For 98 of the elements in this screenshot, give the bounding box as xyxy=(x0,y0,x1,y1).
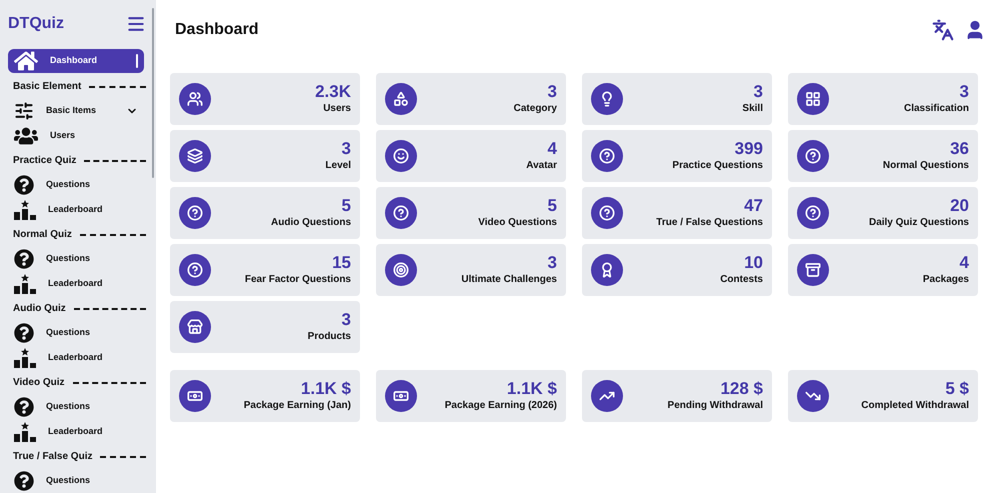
sidebar-item[interactable]: Leaderboard xyxy=(8,420,144,444)
stat-value: 3 xyxy=(754,82,763,102)
sidebar-item[interactable]: Users xyxy=(8,124,144,148)
stat-label: Package Earning (Jan) xyxy=(244,399,351,413)
stat-label: Ultimate Challenges xyxy=(461,273,557,287)
store-icon xyxy=(179,311,211,343)
banknote-icon xyxy=(179,380,211,412)
sidebar-item[interactable]: Questions xyxy=(8,469,144,493)
stat-label: Classification xyxy=(904,102,969,116)
stat-value: 3 xyxy=(342,310,351,330)
question-icon xyxy=(14,471,34,491)
section-heading: Normal Quiz xyxy=(13,228,72,242)
shapes-icon xyxy=(385,83,417,115)
stat-label: Contests xyxy=(720,273,763,287)
question-icon xyxy=(385,197,417,229)
stat-value: 5 xyxy=(548,196,557,216)
scrollbar-thumb[interactable] xyxy=(152,8,154,178)
stat-label: Video Questions xyxy=(478,216,557,230)
stat-label: True / False Questions xyxy=(656,216,763,230)
menu-icon[interactable] xyxy=(126,14,146,34)
leaderboard-icon xyxy=(14,422,36,442)
stat-label: Avatar xyxy=(526,159,557,173)
stat-label: Normal Questions xyxy=(882,159,969,173)
question-icon xyxy=(797,197,829,229)
question-icon xyxy=(797,140,829,172)
stat-label: Audio Questions xyxy=(271,216,351,230)
stat-label: Level xyxy=(325,159,351,173)
stat-value: 15 xyxy=(332,253,351,273)
sidebar-item[interactable]: Basic Items xyxy=(8,99,144,123)
section-heading: Audio Quiz xyxy=(13,302,66,316)
stat-label: Skill xyxy=(742,102,763,116)
stat-value: 10 xyxy=(744,253,763,273)
stat-value: 3 xyxy=(960,82,969,102)
archive-icon xyxy=(797,254,829,286)
stat-label: Products xyxy=(308,330,351,344)
stat-value: 3 xyxy=(548,253,557,273)
stat-label: Package Earning (2026) xyxy=(444,399,557,413)
trending-down-icon xyxy=(797,380,829,412)
stat-value: 3 xyxy=(342,139,351,159)
stat-value: 36 xyxy=(950,139,969,159)
leaderboard-icon xyxy=(14,274,36,294)
question-icon xyxy=(14,249,34,269)
grid-icon xyxy=(797,83,829,115)
stat-value: 2.3K xyxy=(315,82,351,102)
section-heading: Video Quiz xyxy=(13,376,64,390)
target-icon xyxy=(385,254,417,286)
stat-value: 5 xyxy=(342,196,351,216)
stat-label: Fear Factor Questions xyxy=(244,273,351,287)
smiley-icon xyxy=(385,140,417,172)
award-icon xyxy=(591,254,623,286)
question-icon xyxy=(591,197,623,229)
question-icon xyxy=(14,323,34,343)
section-heading: Basic Element xyxy=(13,80,82,94)
stat-value: 399 xyxy=(734,139,763,159)
layers-icon xyxy=(179,140,211,172)
sidebar-item[interactable]: Questions xyxy=(8,247,144,271)
stat-value: 3 xyxy=(548,82,557,102)
sidebar-item[interactable]: Questions xyxy=(8,395,144,419)
stat-value: 4 xyxy=(548,139,557,159)
sliders-icon xyxy=(14,101,34,121)
stat-value: 128 $ xyxy=(720,379,763,399)
stat-value: 1.1K $ xyxy=(300,379,351,399)
leaderboard-icon xyxy=(14,200,36,220)
stat-value: 4 xyxy=(960,253,969,273)
stat-label: Completed Withdrawal xyxy=(861,399,969,413)
stat-value: 1.1K $ xyxy=(506,379,557,399)
sidebar-item[interactable]: Questions xyxy=(8,321,144,345)
section-heading: Practice Quiz xyxy=(13,154,76,168)
stat-label: Pending Withdrawal xyxy=(668,399,763,413)
brand-logo: DTQuiz xyxy=(8,14,64,34)
page-title: Dashboard xyxy=(175,20,259,40)
sidebar-item[interactable]: Dashboard xyxy=(8,49,144,73)
question-icon xyxy=(14,175,34,195)
question-icon xyxy=(591,140,623,172)
users-icon xyxy=(14,126,38,146)
stat-label: Category xyxy=(514,102,557,116)
stat-value: 5 $ xyxy=(945,379,969,399)
users-icon xyxy=(179,83,211,115)
stat-label: Users xyxy=(323,102,351,116)
banknote-icon xyxy=(385,380,417,412)
question-icon xyxy=(179,254,211,286)
sidebar-item[interactable]: Leaderboard xyxy=(8,198,144,222)
stat-label: Packages xyxy=(922,273,969,287)
section-heading: True / False Quiz xyxy=(13,450,92,464)
stat-value: 47 xyxy=(744,196,763,216)
stat-label: Daily Quiz Questions xyxy=(868,216,969,230)
sidebar-item[interactable]: Questions xyxy=(8,173,144,197)
language-icon[interactable] xyxy=(932,19,954,41)
stat-value: 20 xyxy=(950,196,969,216)
trending-up-icon xyxy=(591,380,623,412)
question-icon xyxy=(14,397,34,417)
sidebar-item[interactable]: Leaderboard xyxy=(8,346,144,370)
sidebar-item[interactable]: Leaderboard xyxy=(8,272,144,296)
stat-label: Practice Questions xyxy=(672,159,763,173)
lightbulb-icon xyxy=(591,83,623,115)
home-icon xyxy=(14,49,38,73)
leaderboard-icon xyxy=(14,348,36,368)
question-icon xyxy=(179,197,211,229)
